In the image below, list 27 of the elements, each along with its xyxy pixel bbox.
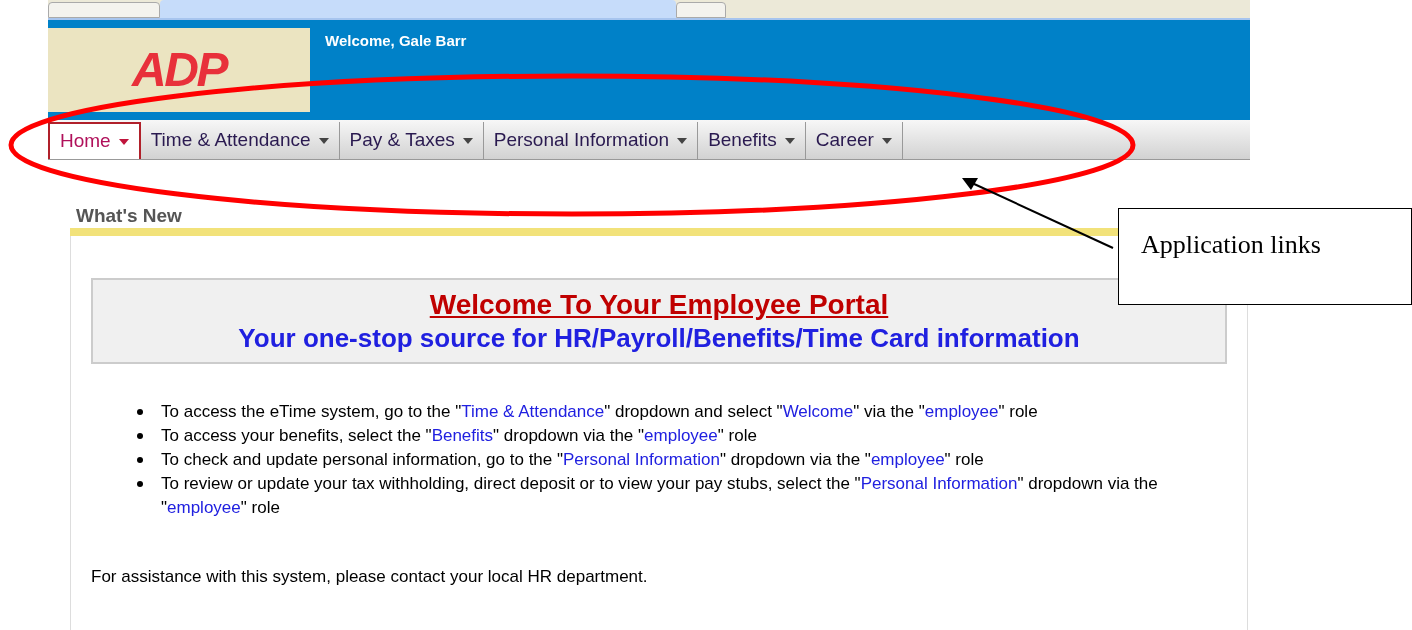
adp-logo: ADP — [131, 46, 227, 94]
banner-title: Welcome To Your Employee Portal — [429, 288, 889, 322]
bullet-icon — [137, 433, 143, 439]
callout-text: Application links — [1141, 230, 1321, 259]
nav-tab[interactable]: Personal Information — [483, 122, 699, 159]
section-title: What's New — [76, 204, 183, 228]
welcome-text: Welcome, Gale Barr — [325, 31, 467, 51]
caret-icon — [318, 137, 329, 144]
nav-tab[interactable]: Home — [48, 122, 141, 159]
caret-icon — [881, 137, 892, 144]
instruction-text: To access your benefits, select the "Benefits" dropdown via the "employee" role — [161, 425, 757, 447]
nav-tab[interactable]: Benefits — [698, 122, 806, 159]
caret-icon — [118, 138, 129, 145]
banner-subtitle: Your one-stop source for HR/Payroll/Benefits/Time Card information — [238, 322, 1080, 354]
instruction-text: To review or update your tax withholding, direct deposit or to view your pay stubs, select the "Personal Information" dropdown via the "employee" role — [161, 473, 1159, 519]
nav-tab[interactable]: Career — [805, 122, 903, 159]
bullet-icon — [137, 457, 143, 463]
nav-tab[interactable]: Pay & Taxes — [339, 122, 484, 159]
bullet-icon — [137, 481, 143, 487]
bullet-icon — [137, 409, 143, 415]
caret-icon — [462, 137, 473, 144]
caret-icon — [784, 137, 795, 144]
nav-tab[interactable]: Time & Attendance — [140, 122, 340, 159]
caret-icon — [677, 137, 688, 144]
assistance-text: For assistance with this system, please contact your local HR department. — [91, 566, 649, 588]
instruction-text: To access the eTime system, go to the "Time & Attendance" dropdown and select "Welcome" via the "employee" role — [161, 401, 1038, 423]
instruction-text: To check and update personal information, go to the "Personal Information" dropdown via the "employee" role — [161, 449, 984, 471]
